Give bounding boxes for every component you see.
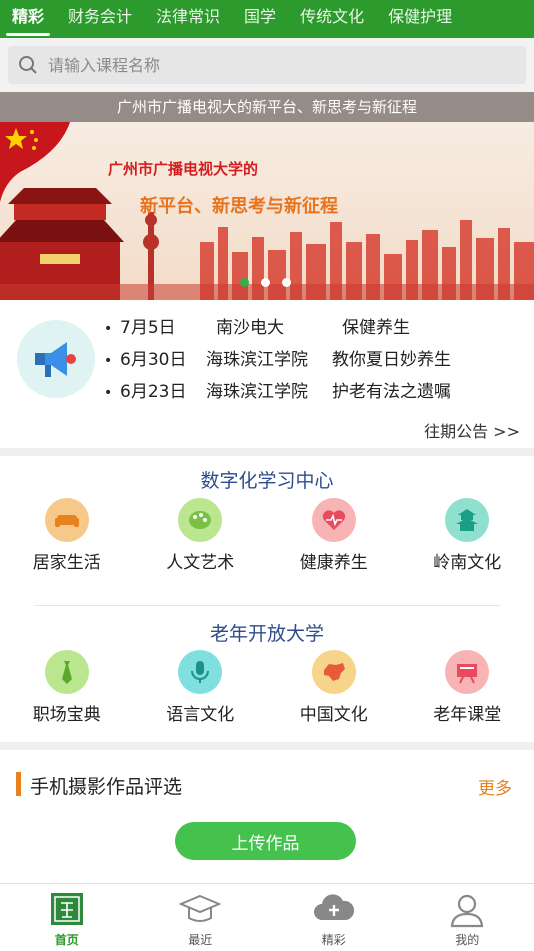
top-category-tabs: 精彩 财务会计 法律常识 国学 传统文化 保健护理	[0, 0, 534, 38]
banner-carousel[interactable]: 广州市广播电视大的新平台、新思考与新征程 广州市广播电视大学的 新平台、新思考与…	[0, 92, 534, 300]
carousel-dot[interactable]	[240, 278, 249, 287]
category-language[interactable]: 语言文化	[134, 650, 268, 725]
category-label: 健康养生	[267, 548, 401, 573]
pagoda-icon	[445, 498, 489, 542]
category-label: 语言文化	[134, 700, 268, 725]
tab-health-care[interactable]: 保健护理	[376, 0, 464, 38]
more-link[interactable]: 更多	[478, 774, 512, 799]
section-accent-bar	[16, 772, 21, 796]
section-divider	[34, 605, 500, 606]
announcement-panel: •7月5日南沙电大保健养生 •6月30日海珠滨江学院教你夏日妙养生 •6月23日…	[0, 300, 534, 448]
search-box[interactable]	[8, 46, 526, 84]
banner-headline-2: 新平台、新思考与新征程	[140, 192, 338, 218]
china-map-icon	[312, 650, 356, 694]
section-divider	[0, 742, 534, 750]
tie-icon	[45, 650, 89, 694]
cloud-upload-icon	[312, 892, 356, 926]
search-icon	[18, 55, 38, 75]
category-career[interactable]: 职场宝典	[0, 650, 134, 725]
tab-recent[interactable]: 最近	[134, 884, 268, 951]
sofa-icon	[45, 498, 89, 542]
category-health[interactable]: 健康养生	[267, 498, 401, 573]
tab-mine[interactable]: 我的	[401, 884, 534, 951]
notice-topic: 教你夏日妙养生	[332, 344, 451, 376]
tab-home[interactable]: 首页	[0, 884, 134, 951]
upload-button[interactable]: 上传作品	[175, 822, 356, 860]
tab-featured[interactable]: 精彩	[267, 884, 401, 951]
banner-caption: 广州市广播电视大的新平台、新思考与新征程	[0, 92, 534, 122]
digital-center-title: 数字化学习中心	[0, 466, 534, 493]
category-label: 岭南文化	[401, 548, 534, 573]
bottom-tab-bar: 首页 最近 精彩 我的	[0, 883, 534, 951]
category-arts[interactable]: 人文艺术	[134, 498, 268, 573]
carousel-dot[interactable]	[261, 278, 270, 287]
notice-date: 6月23日	[120, 376, 196, 408]
tab-finance[interactable]: 财务会计	[56, 0, 144, 38]
blackboard-icon	[445, 650, 489, 694]
category-lingnan[interactable]: 岭南文化	[401, 498, 534, 573]
notice-topic: 护老有法之遗嘱	[332, 376, 451, 408]
category-home-life[interactable]: 居家生活	[0, 498, 134, 573]
home-icon	[50, 892, 84, 926]
tab-label: 精彩	[267, 931, 401, 948]
notice-date: 6月30日	[120, 344, 196, 376]
list-item[interactable]: •6月23日海珠滨江学院护老有法之遗嘱	[104, 376, 451, 408]
senior-university-grid: 职场宝典 语言文化 中国文化 老年课堂	[0, 650, 534, 725]
photo-contest-title: 手机摄影作品评选	[30, 772, 182, 799]
category-senior-classroom[interactable]: 老年课堂	[401, 650, 534, 725]
category-label: 居家生活	[0, 548, 134, 573]
megaphone-icon	[17, 320, 95, 398]
category-label: 职场宝典	[0, 700, 134, 725]
search-bar	[0, 38, 534, 92]
tab-jingcai[interactable]: 精彩	[0, 0, 56, 38]
category-label: 中国文化	[267, 700, 401, 725]
search-input[interactable]	[46, 55, 490, 76]
tab-law[interactable]: 法律常识	[144, 0, 232, 38]
carousel-dot[interactable]	[282, 278, 291, 287]
notice-school: 海珠滨江学院	[206, 376, 322, 408]
senior-university-title: 老年开放大学	[0, 619, 534, 646]
palette-icon	[178, 498, 222, 542]
section-divider	[0, 448, 534, 456]
carousel-indicator	[240, 278, 291, 287]
notice-date: 7月5日	[120, 312, 206, 344]
tab-label: 首页	[0, 931, 134, 948]
list-item[interactable]: •7月5日南沙电大保健养生	[104, 312, 451, 344]
category-chinese-culture[interactable]: 中国文化	[267, 650, 401, 725]
photo-contest-section: 手机摄影作品评选 更多 上传作品	[0, 750, 534, 882]
tab-label: 我的	[401, 931, 534, 948]
notice-school: 南沙电大	[216, 312, 332, 344]
digital-center-grid: 居家生活 人文艺术 健康养生 岭南文化	[0, 498, 534, 573]
microphone-icon	[178, 650, 222, 694]
tab-guoxue[interactable]: 国学	[232, 0, 288, 38]
past-announcements-link[interactable]: 往期公告 >>	[424, 418, 520, 442]
category-label: 人文艺术	[134, 548, 268, 573]
banner-headline-1: 广州市广播电视大学的	[108, 158, 258, 179]
tab-label: 最近	[134, 931, 268, 948]
category-label: 老年课堂	[401, 700, 534, 725]
notice-topic: 保健养生	[342, 312, 410, 344]
list-item[interactable]: •6月30日海珠滨江学院教你夏日妙养生	[104, 344, 451, 376]
graduation-cap-icon	[179, 892, 221, 926]
announcement-list: •7月5日南沙电大保健养生 •6月30日海珠滨江学院教你夏日妙养生 •6月23日…	[104, 312, 451, 408]
user-icon	[449, 892, 485, 928]
tab-traditional-culture[interactable]: 传统文化	[288, 0, 376, 38]
heart-pulse-icon	[312, 498, 356, 542]
notice-school: 海珠滨江学院	[206, 344, 322, 376]
